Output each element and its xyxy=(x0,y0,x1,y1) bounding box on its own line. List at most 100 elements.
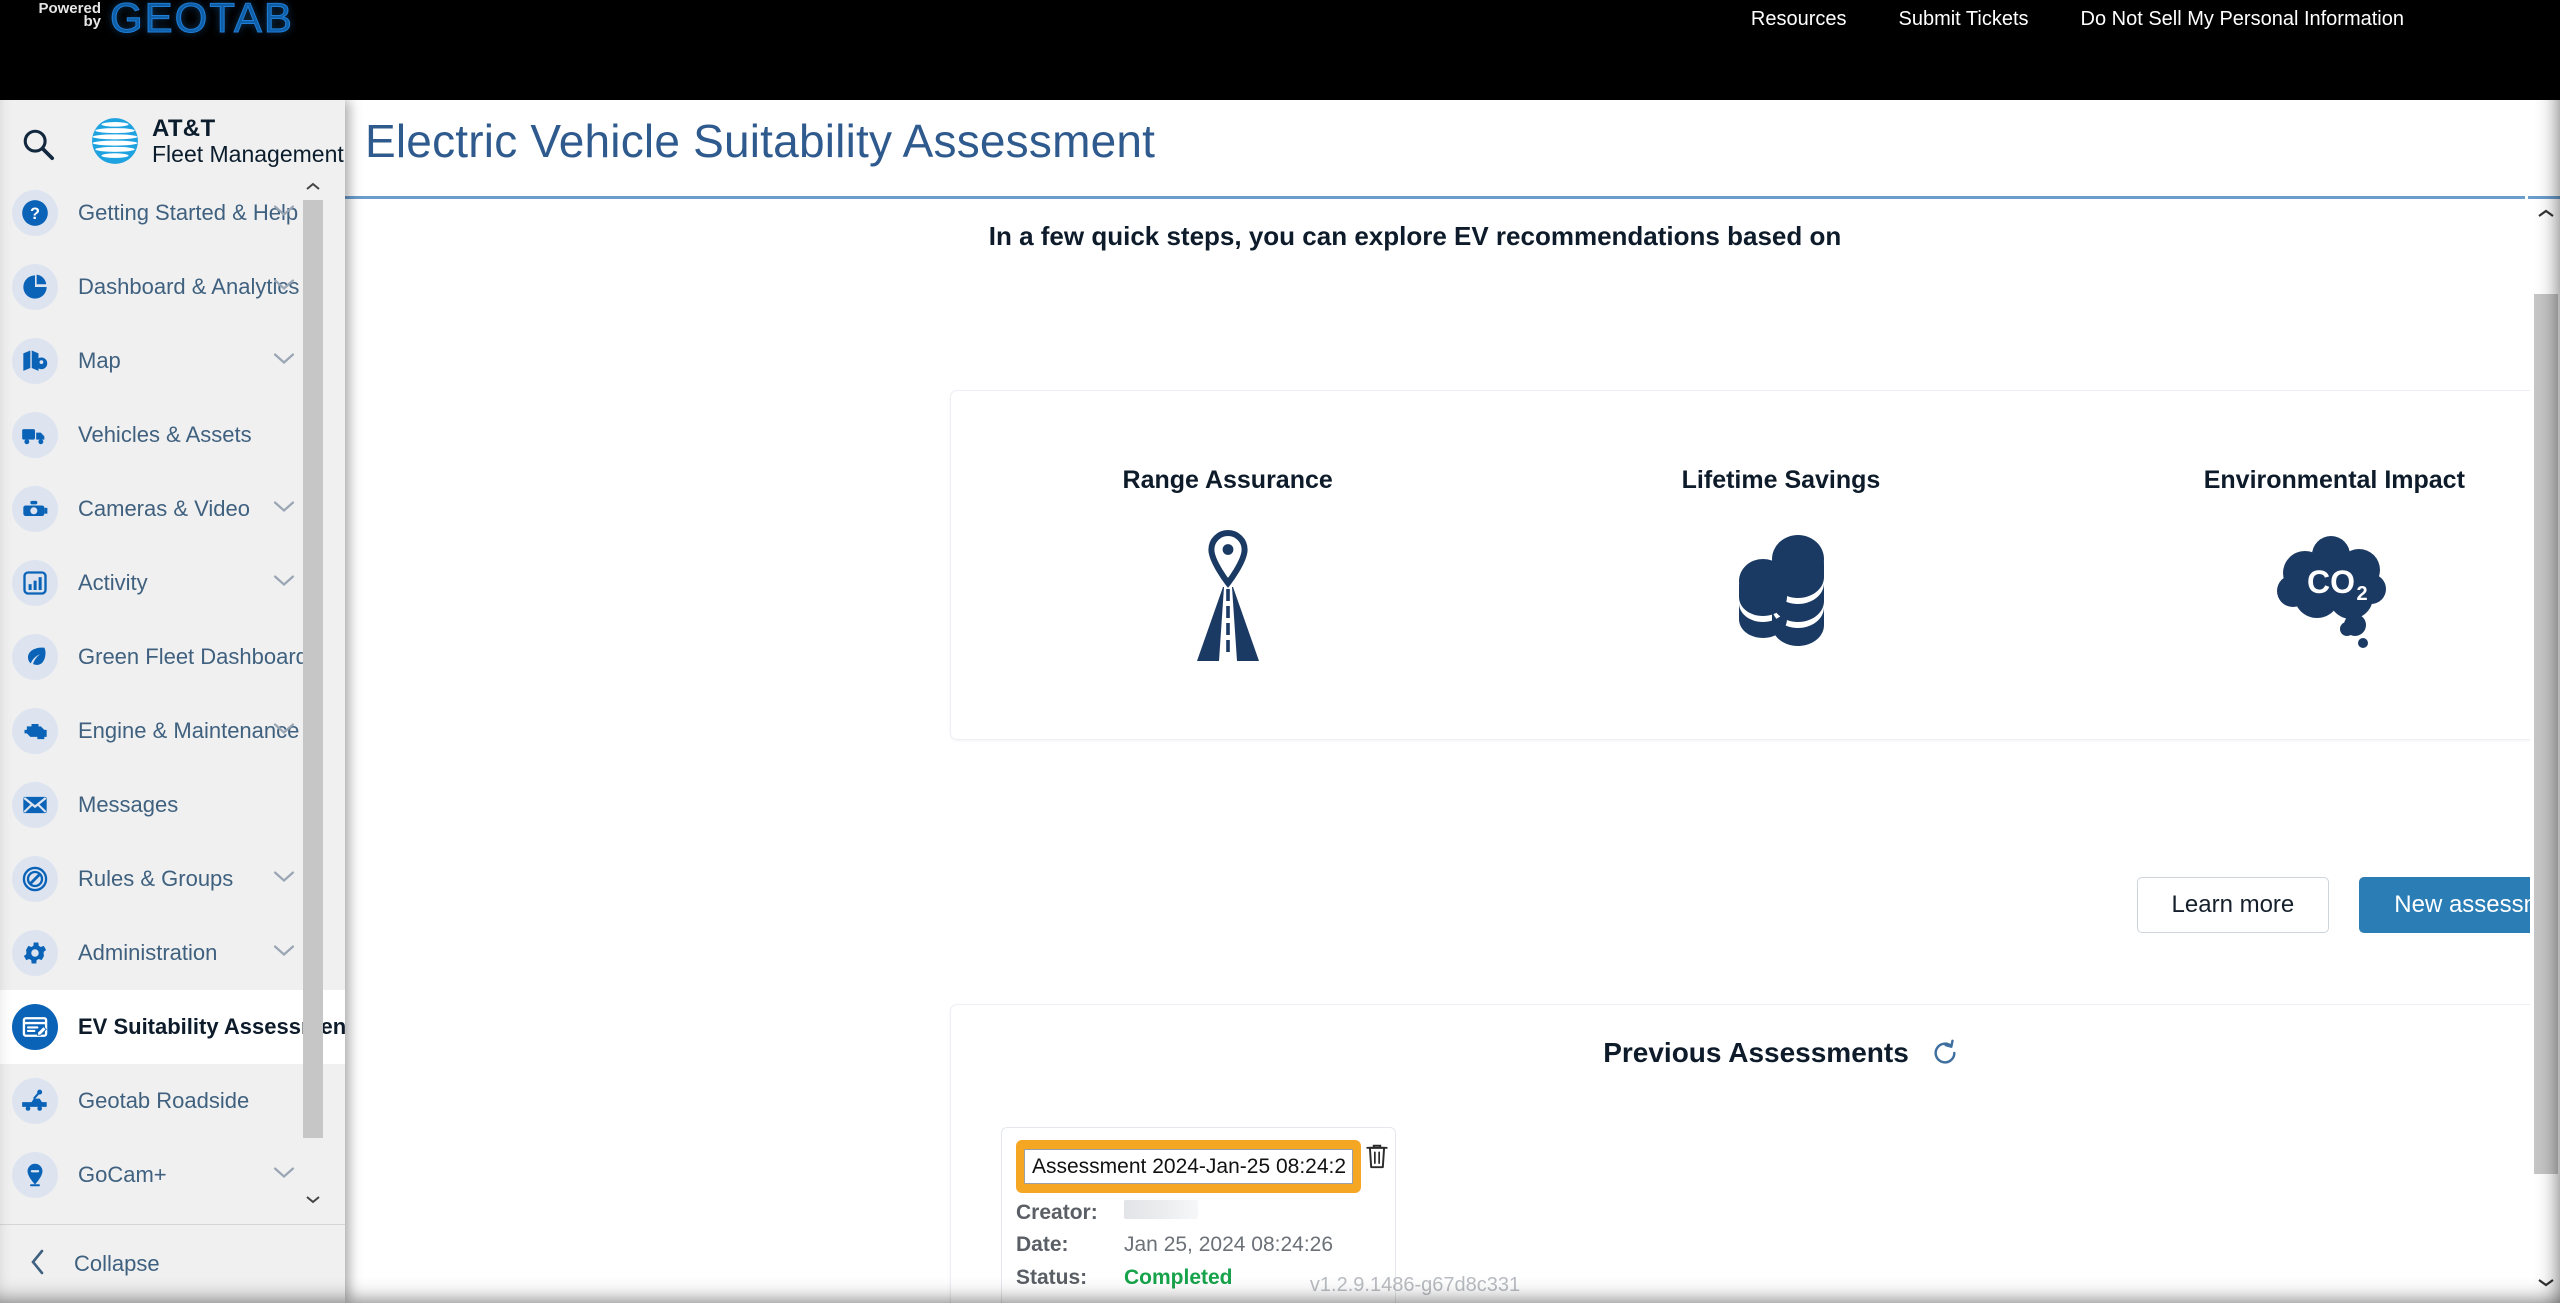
creator-value xyxy=(1124,1200,1198,1219)
sidebar-item-green-fleet-dashboard[interactable]: Green Fleet Dashboard xyxy=(0,620,345,694)
refresh-icon[interactable] xyxy=(1931,1039,1959,1067)
bar-chart-icon xyxy=(12,560,58,606)
sidebar-item-label: Dashboard & Analytics xyxy=(78,274,300,299)
sidebar-item-messages[interactable]: Messages xyxy=(0,768,345,842)
chevron-down-icon xyxy=(273,1166,295,1185)
assessment-name-focus-ring xyxy=(1016,1140,1361,1193)
creator-label: Creator: xyxy=(1016,1201,1098,1224)
gocam-pin-icon xyxy=(12,1152,58,1198)
sidebar-item-label: Engine & Maintenance xyxy=(78,718,300,743)
logo-line-fleet: Fleet Management xyxy=(152,140,344,167)
feature-lifetime-savings: Lifetime Savings xyxy=(1504,466,2057,665)
content-scroll-area: In a few quick steps, you can explore EV… xyxy=(345,199,2560,1303)
no-entry-icon xyxy=(12,856,58,902)
features-panel: Range Assurance Lifetime Savings Environ… xyxy=(950,390,2560,740)
geotab-logo: GEOTAB xyxy=(110,0,294,42)
chevron-down-icon xyxy=(273,574,295,593)
feature-title: Range Assurance xyxy=(1122,465,1333,494)
engine-icon xyxy=(12,708,58,754)
tow-truck-icon xyxy=(12,1078,58,1124)
search-icon[interactable] xyxy=(12,118,64,170)
learn-more-button[interactable]: Learn more xyxy=(2136,877,2330,933)
chevron-down-icon xyxy=(273,870,295,889)
truck-icon xyxy=(12,412,58,458)
cog-icon xyxy=(12,930,58,976)
sidebar-scrollbar[interactable] xyxy=(303,182,323,1204)
date-value: Jan 25, 2024 08:24:26 xyxy=(1124,1233,1334,1256)
feature-title: Lifetime Savings xyxy=(1681,465,1881,494)
coins-stack-icon xyxy=(1706,525,1856,665)
link-resources[interactable]: Resources xyxy=(1725,8,1873,31)
sidebar-item-ev-suitability-assessment[interactable]: EV Suitability Assessment xyxy=(0,990,345,1064)
att-fleet-logo: AT&T Fleet Management xyxy=(90,116,344,167)
sidebar-item-label: Cameras & Video xyxy=(78,496,251,521)
feature-title: Environmental Impact xyxy=(2203,465,2465,494)
link-submit-tickets[interactable]: Submit Tickets xyxy=(1872,8,2054,31)
scroll-up-icon[interactable] xyxy=(2534,201,2558,227)
sidebar-item-label: Green Fleet Dashboard xyxy=(78,644,308,669)
main-content: Electric Vehicle Suitability Assessment … xyxy=(345,100,2560,1303)
sidebar-item-activity[interactable]: Activity xyxy=(0,546,345,620)
sidebar-item-dashboard-analytics[interactable]: Dashboard & Analytics xyxy=(0,250,345,324)
att-globe-icon xyxy=(92,118,138,165)
collapse-label: Collapse xyxy=(74,1251,160,1276)
assessment-name-input[interactable] xyxy=(1024,1149,1353,1184)
sidebar-scrollbar-thumb[interactable] xyxy=(303,200,323,1138)
main-scrollbar-thumb[interactable] xyxy=(2534,294,2558,1174)
sidebar-item-label: Vehicles & Assets xyxy=(78,422,252,447)
sidebar-item-gocam-plus[interactable]: GoCam+ xyxy=(0,1138,345,1212)
dashcam-icon xyxy=(12,486,58,532)
sidebar-item-rules-groups[interactable]: Rules & Groups xyxy=(0,842,345,916)
sidebar-item-getting-started-help[interactable]: ? Getting Started & Help xyxy=(0,176,345,250)
scroll-down-icon[interactable] xyxy=(303,1190,323,1208)
previous-assessments-panel: Previous Assessments Assessment 2024-Jan… xyxy=(950,1004,2560,1303)
svg-text:CO: CO xyxy=(2307,564,2355,600)
action-buttons-row: Learn more New assessment xyxy=(950,877,2560,933)
chevron-down-icon xyxy=(273,500,295,519)
sidebar-item-label: Map xyxy=(78,348,121,373)
chevron-down-icon xyxy=(273,352,295,371)
chevron-down-icon xyxy=(273,722,295,741)
sidebar-item-cameras-video[interactable]: Cameras & Video xyxy=(0,472,345,546)
sidebar-header: AT&T Fleet Management xyxy=(0,100,345,176)
collapse-sidebar-button[interactable]: Collapse xyxy=(0,1225,345,1303)
date-label: Date: xyxy=(1016,1233,1069,1256)
chevron-down-icon xyxy=(273,944,295,963)
intro-subtitle: In a few quick steps, you can explore EV… xyxy=(988,221,1842,251)
sidebar-item-engine-maintenance[interactable]: Engine & Maintenance xyxy=(0,694,345,768)
link-do-not-sell[interactable]: Do Not Sell My Personal Information xyxy=(2055,8,2430,31)
road-pin-icon xyxy=(1153,525,1303,665)
envelope-icon xyxy=(12,782,58,828)
sidebar-item-geotab-roadside[interactable]: Geotab Roadside xyxy=(0,1064,345,1138)
features-row: Range Assurance Lifetime Savings Environ… xyxy=(951,391,2560,739)
sidebar-item-vehicles-assets[interactable]: Vehicles & Assets xyxy=(0,398,345,472)
sidebar: AT&T Fleet Management ? Getting Started … xyxy=(0,100,345,1303)
chevron-left-icon xyxy=(28,1248,48,1281)
secondary-bar xyxy=(0,38,2560,100)
scroll-down-icon[interactable] xyxy=(2534,1269,2558,1295)
leaf-icon xyxy=(12,634,58,680)
meta-row-date: Date: Jan 25, 2024 08:24:26 xyxy=(1016,1233,1333,1266)
meta-row-creator: Creator: xyxy=(1016,1200,1333,1233)
previous-assessments-header: Previous Assessments xyxy=(951,1037,2560,1069)
main-scrollbar[interactable] xyxy=(2530,199,2560,1303)
top-links: Resources Submit Tickets Do Not Sell My … xyxy=(1725,0,2430,38)
sidebar-item-administration[interactable]: Administration xyxy=(0,916,345,990)
trash-icon[interactable] xyxy=(1360,1138,1394,1174)
sidebar-item-label: Rules & Groups xyxy=(78,866,234,891)
svg-text:?: ? xyxy=(30,205,40,223)
pie-chart-icon xyxy=(12,264,58,310)
app-version-label: v1.2.9.1486-g67d8c331 xyxy=(1309,1274,1521,1296)
co2-cloud-icon: CO 2 xyxy=(2259,525,2409,665)
map-pin-icon xyxy=(12,338,58,384)
svg-text:2: 2 xyxy=(2357,583,2368,605)
help-circle-icon: ? xyxy=(12,190,58,236)
feature-range-assurance: Range Assurance xyxy=(951,466,1504,665)
scroll-up-icon[interactable] xyxy=(303,178,323,196)
sidebar-item-map[interactable]: Map xyxy=(0,324,345,398)
top-utility-bar: Powered by GEOTAB Resources Submit Ticke… xyxy=(0,0,2560,42)
ev-assessment-icon xyxy=(12,1004,58,1050)
sidebar-nav: ? Getting Started & Help Dashboard & Ana… xyxy=(0,176,345,1226)
logo-line-att: AT&T xyxy=(152,115,216,142)
page-title: Electric Vehicle Suitability Assessment xyxy=(365,115,1156,167)
